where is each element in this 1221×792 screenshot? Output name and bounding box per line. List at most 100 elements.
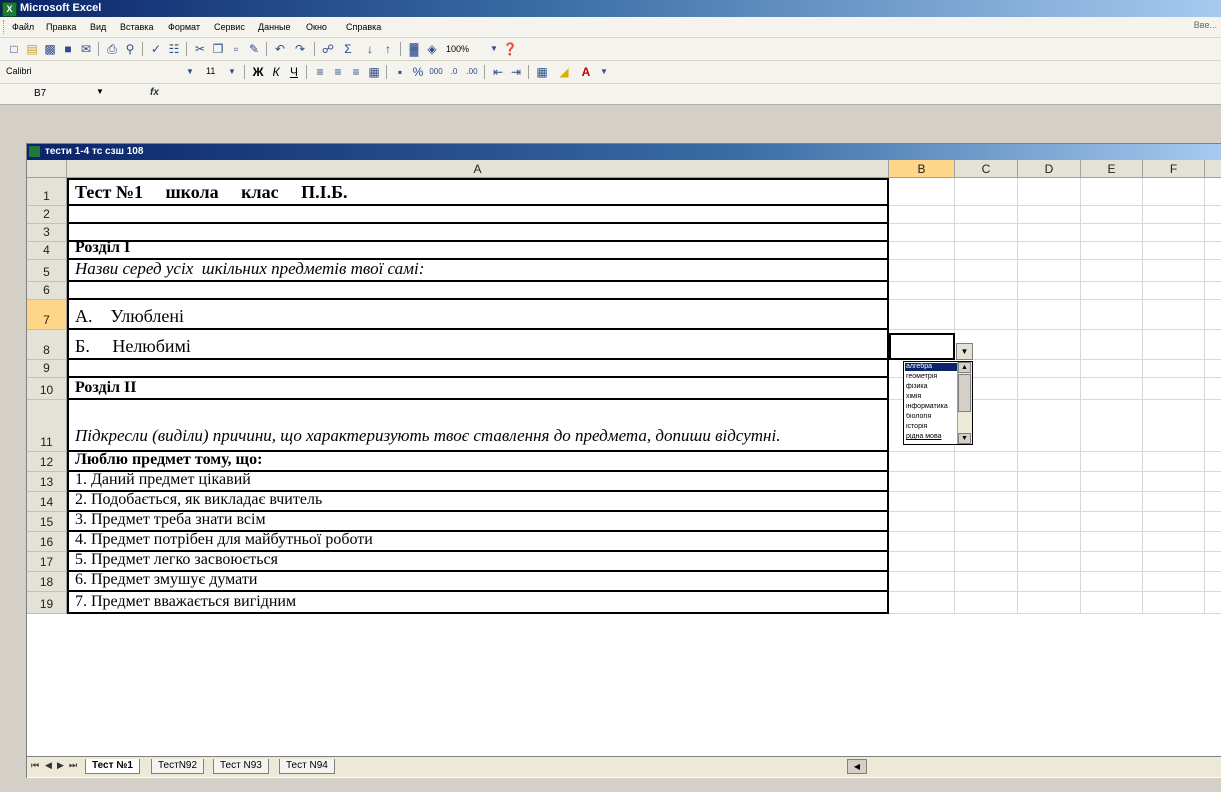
grid-cell[interactable] [1081,330,1143,360]
row-header[interactable]: 9 [27,360,67,378]
menu-edit[interactable]: Правка [46,20,76,34]
grid-cell[interactable] [955,452,1018,472]
grid-cell[interactable] [1018,512,1081,532]
permission-icon[interactable]: ■ [60,41,76,57]
grid-cell[interactable] [1205,242,1221,260]
grid-cell[interactable] [1205,378,1221,400]
font-color-icon[interactable]: A [578,64,594,80]
grid-cell[interactable] [1205,260,1221,282]
grid-cell[interactable] [1018,592,1081,614]
save-icon[interactable]: ▩ [42,41,58,57]
grid-cell[interactable] [1143,300,1205,330]
dropdown-option[interactable]: історія [905,423,958,431]
grid-cell[interactable] [955,472,1018,492]
cell-a[interactable]: 3. Предмет треба знати всім [67,512,889,532]
grid-cell[interactable] [955,532,1018,552]
dropdown-scrollbar[interactable]: ▲ ▼ [957,362,972,444]
grid-cell[interactable] [1205,224,1221,242]
currency-icon[interactable]: ▪ [392,64,408,80]
grid-cell[interactable] [1205,452,1221,472]
sort-ascending-icon[interactable]: ↓ [362,41,378,57]
cell-a[interactable] [67,360,889,378]
sheet-tab-test3[interactable]: Тест N93 [213,759,269,774]
cell-a[interactable]: Назви серед усіх шкільних предметів твої… [67,260,889,282]
column-header-f[interactable]: F [1143,160,1205,178]
grid-cell[interactable] [1205,360,1221,378]
decrease-decimal-icon[interactable]: .00 [464,64,480,80]
grid-cell[interactable] [955,224,1018,242]
column-header-e[interactable]: E [1081,160,1143,178]
grid-cell[interactable] [1081,592,1143,614]
cell-a[interactable]: Розділ ІІ [67,378,889,400]
cell-a[interactable]: 5. Предмет легко засвоюється [67,552,889,572]
grid-cell[interactable] [1018,378,1081,400]
menu-help[interactable]: Справка [346,20,381,34]
chevron-down-icon[interactable]: ▼ [182,64,198,80]
grid-cell[interactable] [1081,282,1143,300]
hscroll-left-icon[interactable]: ◀ [847,759,867,774]
selected-cell-b7[interactable] [889,333,955,360]
dropdown-option[interactable]: хімія [905,393,958,401]
paste-icon[interactable]: ▫ [228,41,244,57]
validation-dropdown-list[interactable]: алгебра геометрія фізика хімія інформати… [903,361,973,445]
first-sheet-icon[interactable]: ⏮ [31,760,39,771]
grid-cell[interactable] [889,592,955,614]
column-header-a[interactable]: A [67,160,889,178]
grid-cell[interactable] [1018,492,1081,512]
grid-cell[interactable] [1081,178,1143,206]
grid-cell[interactable] [889,282,955,300]
grid-cell[interactable] [1018,552,1081,572]
grid-cell[interactable] [955,178,1018,206]
grid-cell[interactable] [1143,492,1205,512]
grid-cell[interactable] [1018,224,1081,242]
print-icon[interactable]: ⎙ [104,41,120,57]
grid-cell[interactable] [1205,330,1221,360]
scroll-up-icon[interactable]: ▲ [958,362,971,373]
cell-a[interactable]: А. Улюблені [67,300,889,330]
cell-a[interactable]: Підкресли (виділи) причини, що характери… [67,400,889,452]
grid-cell[interactable] [955,260,1018,282]
underline-icon[interactable]: Ч [286,64,302,80]
grid-cell[interactable] [889,224,955,242]
grid-cell[interactable] [1081,492,1143,512]
grid-cell[interactable] [1143,206,1205,224]
copy-icon[interactable]: ❐ [210,41,226,57]
dropdown-option[interactable]: рідна мова [905,433,958,441]
grid-cell[interactable] [955,300,1018,330]
grid-cell[interactable] [955,282,1018,300]
menu-view[interactable]: Вид [90,20,106,34]
scroll-thumb[interactable] [958,374,971,412]
research-icon[interactable]: ☷ [166,41,182,57]
grid-cell[interactable] [1205,282,1221,300]
grid-cell[interactable] [1081,532,1143,552]
grid-cell[interactable] [1018,452,1081,472]
percent-icon[interactable]: % [410,64,426,80]
row-header[interactable]: 11 [27,400,67,452]
row-header[interactable]: 15 [27,512,67,532]
grid-cell[interactable] [955,242,1018,260]
cell-a[interactable]: 4. Предмет потрібен для майбутньої робот… [67,532,889,552]
grid-cell[interactable] [1018,178,1081,206]
grid-cell[interactable] [955,206,1018,224]
grid-cell[interactable] [889,492,955,512]
row-header[interactable]: 17 [27,552,67,572]
grid-cell[interactable] [1143,378,1205,400]
drawing-icon[interactable]: ◈ [424,41,440,57]
grid-cell[interactable] [889,260,955,282]
column-header-g[interactable]: G [1205,160,1221,178]
decrease-indent-icon[interactable]: ⇤ [490,64,506,80]
row-header[interactable]: 16 [27,532,67,552]
grid-cell[interactable] [1143,472,1205,492]
zoom-select[interactable]: 100% [446,41,486,57]
grid-cell[interactable] [889,300,955,330]
grid-cell[interactable] [1081,378,1143,400]
cell-a[interactable]: Люблю предмет тому, що: [67,452,889,472]
column-header-b[interactable]: B [889,160,955,178]
grid-cell[interactable] [955,512,1018,532]
grid-cell[interactable] [1143,552,1205,572]
grid-cell[interactable] [889,532,955,552]
grid-cell[interactable] [1081,512,1143,532]
menu-insert[interactable]: Вставка [120,20,153,34]
print-preview-icon[interactable]: ⚲ [122,41,138,57]
chevron-down-icon[interactable]: ▼ [224,64,240,80]
